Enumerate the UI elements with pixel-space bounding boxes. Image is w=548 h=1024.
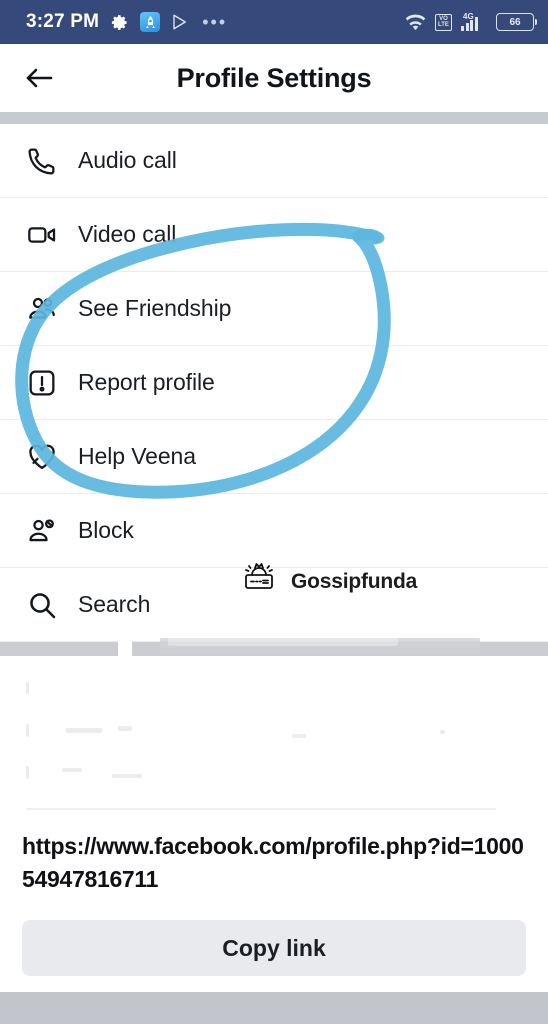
menu-item-label: Video call bbox=[78, 221, 177, 247]
header-divider bbox=[0, 112, 548, 124]
volte-line-2: LTE bbox=[438, 22, 449, 28]
phone-icon bbox=[20, 145, 64, 177]
search-icon bbox=[20, 589, 64, 621]
app-header: Profile Settings bbox=[0, 44, 548, 112]
menu-item-label: Audio call bbox=[78, 147, 177, 173]
bottom-system-bar bbox=[0, 992, 548, 1024]
launcher-icon bbox=[140, 12, 161, 32]
menu-item-label: See Friendship bbox=[78, 295, 232, 321]
back-arrow-icon[interactable] bbox=[22, 61, 56, 95]
status-bar-right: VO LTE 4G 66 bbox=[405, 12, 537, 32]
signal-icon: 4G bbox=[461, 12, 487, 32]
wifi-icon bbox=[405, 14, 426, 31]
page-title: Profile Settings bbox=[176, 62, 372, 93]
menu-item-audio-call[interactable]: Audio call bbox=[0, 124, 548, 198]
share-link-block: https://www.facebook.com/profile.php?id=… bbox=[0, 816, 548, 896]
faded-divider-band bbox=[0, 624, 548, 662]
copy-link-button[interactable]: Copy link bbox=[22, 920, 526, 976]
play-store-icon bbox=[171, 13, 189, 31]
volte-icon: VO LTE bbox=[435, 13, 452, 31]
copy-link-wrap: Copy link bbox=[0, 896, 548, 976]
profile-url: https://www.facebook.com/profile.php?id=… bbox=[22, 833, 524, 892]
gossipfunda-logo-icon bbox=[236, 556, 282, 607]
status-time: 3:27 PM bbox=[26, 11, 100, 32]
video-camera-icon bbox=[20, 219, 64, 251]
menu-item-see-friendship[interactable]: See Friendship bbox=[0, 272, 548, 346]
status-bar-left: 3:27 PM ••• bbox=[26, 11, 227, 33]
watermark: Gossipfunda bbox=[236, 556, 417, 607]
watermark-text: Gossipfunda bbox=[291, 569, 418, 593]
heart-icon bbox=[20, 441, 64, 473]
report-exclamation-icon bbox=[20, 367, 64, 399]
battery-level: 66 bbox=[509, 16, 521, 28]
person-block-icon bbox=[20, 515, 64, 547]
battery-icon: 66 bbox=[496, 13, 537, 31]
copy-link-label: Copy link bbox=[222, 934, 326, 961]
status-bar: 3:27 PM ••• VO LTE 4G 66 bbox=[0, 0, 548, 44]
menu-item-label: Help Veena bbox=[78, 443, 196, 469]
menu-item-label: Block bbox=[78, 517, 134, 543]
gear-icon bbox=[110, 13, 129, 32]
people-icon bbox=[20, 293, 64, 325]
signal-bars bbox=[461, 16, 478, 31]
menu-item-help-veena[interactable]: Help Veena bbox=[0, 420, 548, 494]
menu-item-report-profile[interactable]: Report profile bbox=[0, 346, 548, 420]
obscured-content-region bbox=[0, 656, 548, 816]
menu-item-video-call[interactable]: Video call bbox=[0, 198, 548, 272]
menu-item-label: Report profile bbox=[78, 369, 215, 395]
overflow-icon: ••• bbox=[202, 12, 228, 32]
menu-item-label: Search bbox=[78, 591, 150, 617]
